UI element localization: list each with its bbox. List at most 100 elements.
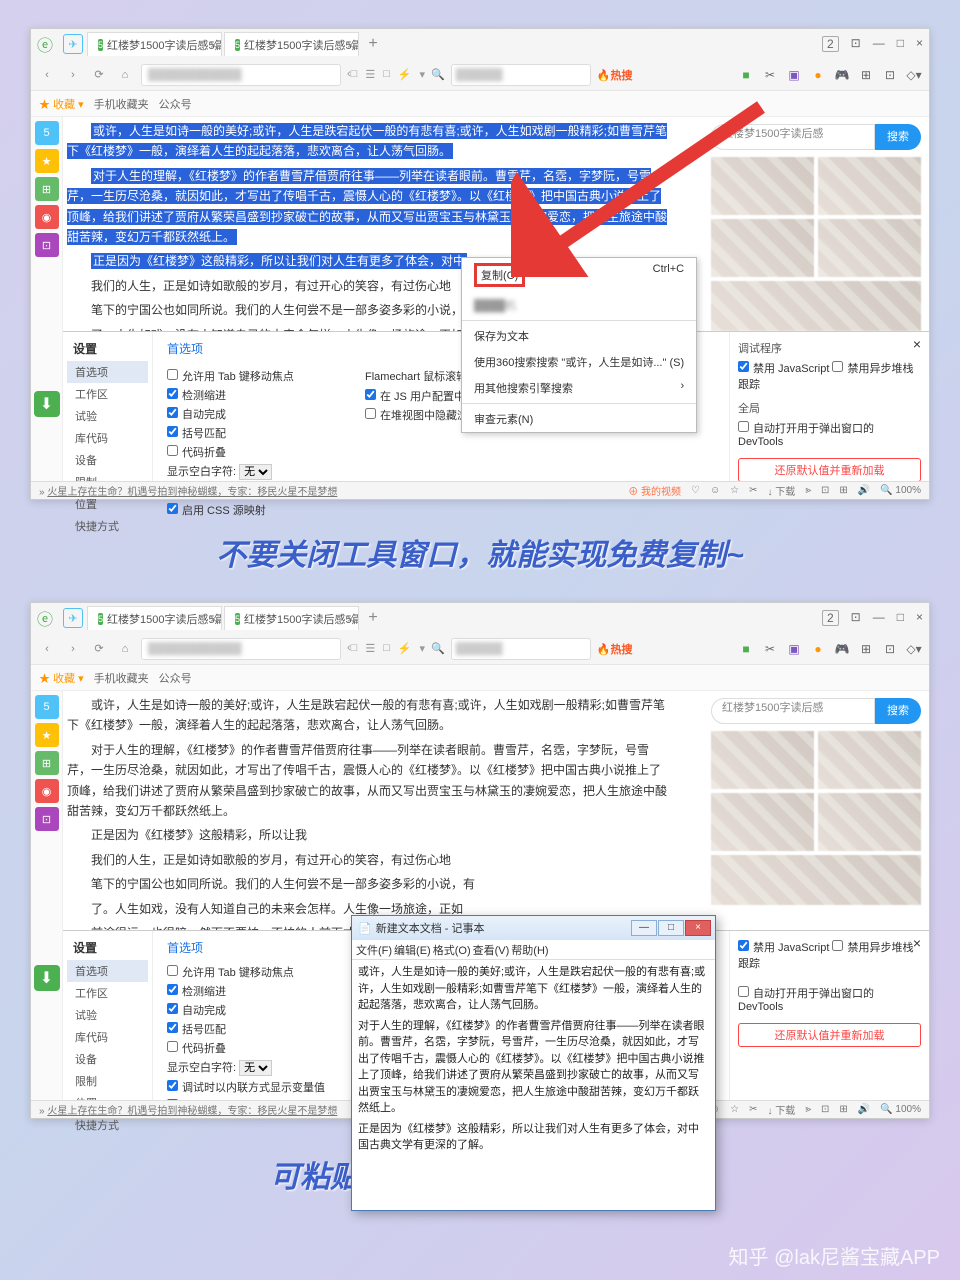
status-icon[interactable]: ☺ [710, 485, 720, 496]
scissors-icon[interactable]: ✂ [761, 640, 779, 658]
pin-icon[interactable]: ⊡ [851, 610, 861, 626]
ext-icon[interactable]: ■ [737, 66, 755, 84]
se-icon[interactable]: ✈ [63, 608, 83, 628]
thumbnail[interactable] [711, 731, 814, 789]
np-menu-file[interactable]: 文件(F) [356, 942, 392, 958]
notepad-window[interactable]: 📄 新建文本文档 - 记事本 —□× 文件(F) 编辑(E) 格式(O) 查看(… [351, 915, 716, 1211]
checkbox-row[interactable]: 禁用 JavaScript [738, 363, 829, 375]
thumbnail[interactable] [818, 793, 921, 851]
box-icon[interactable]: ⊡ [881, 640, 899, 658]
forward-icon[interactable]: › [63, 65, 83, 85]
tab-close-icon[interactable]: × [347, 612, 354, 626]
menu-360-search[interactable]: 使用360搜索搜索 "或许，人生是如诗..." (S) [462, 349, 696, 375]
whitespace-select[interactable]: 无 [239, 1060, 272, 1076]
side-icon-3[interactable]: ⊞ [35, 177, 59, 201]
side-icon-1[interactable]: 5 [35, 121, 59, 145]
tab-1[interactable]: 5红楼梦1500字读后感5篇× [87, 606, 222, 630]
thumbnail[interactable] [711, 281, 921, 331]
notepad-titlebar[interactable]: 📄 新建文本文档 - 记事本 —□× [352, 916, 715, 940]
new-tab-button[interactable]: + [361, 35, 385, 53]
devtools-close-icon[interactable]: × [913, 935, 921, 951]
reload-icon[interactable]: ⟳ [89, 639, 109, 659]
zoom-label[interactable]: 🔍 100% [880, 485, 921, 496]
fav-button[interactable]: ★ 收藏 ▾ [39, 670, 84, 686]
gzh-link[interactable]: 公众号 [159, 670, 192, 686]
side-icon-5[interactable]: ⊡ [35, 807, 59, 831]
back-icon[interactable]: ‹ [37, 65, 57, 85]
hot-search-button[interactable]: 🔥热搜 [597, 641, 633, 657]
minimize-icon[interactable]: — [873, 610, 885, 626]
volume-icon[interactable]: 🔊 [858, 1104, 870, 1115]
mobile-fav[interactable]: 手机收藏夹 [94, 96, 149, 112]
forward-icon[interactable]: › [63, 639, 83, 659]
thumbnail[interactable] [711, 219, 814, 277]
side-icon-2[interactable]: ★ [35, 149, 59, 173]
grid-icon[interactable]: ▣ [785, 66, 803, 84]
home-icon[interactable]: ⌂ [115, 639, 135, 659]
nav-item[interactable]: 设备 [67, 449, 148, 471]
sidebar-search-input[interactable]: 红楼梦1500字读后感 [711, 124, 875, 150]
thumbnail[interactable] [711, 157, 814, 215]
nav-item[interactable]: 试验 [67, 405, 148, 427]
fav-button[interactable]: ★ 收藏 ▾ [39, 96, 84, 112]
checkbox-row[interactable]: 自动打开用于弹出窗口的 DevTools [738, 985, 921, 1013]
status-icon[interactable]: ☆ [730, 1104, 739, 1115]
np-menu-edit[interactable]: 编辑(E) [394, 942, 431, 958]
views-link[interactable]: ⊕ 我的视频 [628, 483, 681, 498]
side-icon-2[interactable]: ★ [35, 723, 59, 747]
status-text[interactable]: » 火星上存在生命？机遇号拍到神秘蝴蝶，专家：移民火星不是梦想 [39, 483, 337, 498]
tab-close-icon[interactable]: × [347, 38, 354, 52]
menu-save-text[interactable]: 保存为文本 [462, 323, 696, 349]
side-icon-4[interactable]: ◉ [35, 205, 59, 229]
close-icon[interactable]: × [916, 36, 923, 52]
download-link[interactable]: ↓ 下载 [768, 1102, 796, 1117]
game-icon[interactable]: 🎮 [833, 66, 851, 84]
side-icon-5[interactable]: ⊡ [35, 233, 59, 257]
notepad-body[interactable]: 或许，人生是如诗一般的美好;或许，人生是跌宕起伏一般的有悲有喜;或许，人生如戏剧… [352, 960, 715, 1158]
article-body[interactable]: 或许，人生是如诗一般的美好;或许，人生是跌宕起伏一般的有悲有喜;或许，人生如戏剧… [67, 695, 667, 947]
nav-item[interactable]: 工作区 [67, 383, 148, 405]
close-icon[interactable]: × [916, 610, 923, 626]
side-icon-4[interactable]: ◉ [35, 779, 59, 803]
side-icon-3[interactable]: ⊞ [35, 751, 59, 775]
reload-icon[interactable]: ⟳ [89, 65, 109, 85]
status-icon[interactable]: ♡ [691, 485, 700, 496]
sidebar-search-button[interactable]: 搜索 [875, 124, 921, 150]
zoom-label[interactable]: 🔍 100% [880, 1104, 921, 1115]
speed-icon[interactable]: ⪢ [805, 485, 811, 496]
checkbox-row[interactable]: 禁用 JavaScript [738, 942, 829, 954]
nav-item[interactable]: 库代码 [67, 427, 148, 449]
devtools-close-icon[interactable]: × [913, 336, 921, 352]
nav-item[interactable]: 库代码 [67, 1026, 148, 1048]
sidebar-search-button[interactable]: 搜索 [875, 698, 921, 724]
np-min-icon[interactable]: — [631, 920, 657, 936]
np-menu-help[interactable]: 帮助(H) [511, 942, 548, 958]
grid-icon[interactable]: ▣ [785, 640, 803, 658]
gzh-link[interactable]: 公众号 [159, 96, 192, 112]
checkbox-row[interactable]: 启用 CSS 源映射 [167, 502, 325, 518]
nav-item[interactable]: 试验 [67, 1004, 148, 1026]
status-icon[interactable]: ⊞ [839, 485, 847, 496]
url-input[interactable]: ████████████ [141, 64, 341, 86]
np-max-icon[interactable]: □ [658, 920, 684, 936]
checkbox-row[interactable]: 代码折叠 [167, 444, 325, 460]
checkbox-row[interactable]: 括号匹配 [167, 425, 325, 441]
tab-close-icon[interactable]: × [210, 612, 217, 626]
thumbnail[interactable] [711, 855, 921, 905]
np-menu-view[interactable]: 查看(V) [473, 942, 510, 958]
status-icon[interactable]: ✂ [749, 1104, 757, 1115]
box-icon[interactable]: ⊡ [881, 66, 899, 84]
game-icon[interactable]: 🎮 [833, 640, 851, 658]
app-icon[interactable]: ⊞ [857, 66, 875, 84]
maximize-icon[interactable]: □ [897, 36, 904, 52]
dot-icon[interactable]: ● [809, 640, 827, 658]
nav-item[interactable]: 首选项 [67, 960, 148, 982]
restore-defaults-button[interactable]: 还原默认值并重新加载 [738, 458, 921, 482]
ext-icon[interactable]: ■ [737, 640, 755, 658]
menu-other-search[interactable]: 用其他搜索引擎搜索› [462, 375, 696, 401]
nav-item[interactable]: 设备 [67, 1048, 148, 1070]
thumbnail[interactable] [818, 731, 921, 789]
se-icon[interactable]: ✈ [63, 34, 83, 54]
status-text[interactable]: » 火星上存在生命？机遇号拍到神秘蝴蝶，专家：移民火星不是梦想 [39, 1102, 337, 1117]
new-tab-button[interactable]: + [361, 609, 385, 627]
